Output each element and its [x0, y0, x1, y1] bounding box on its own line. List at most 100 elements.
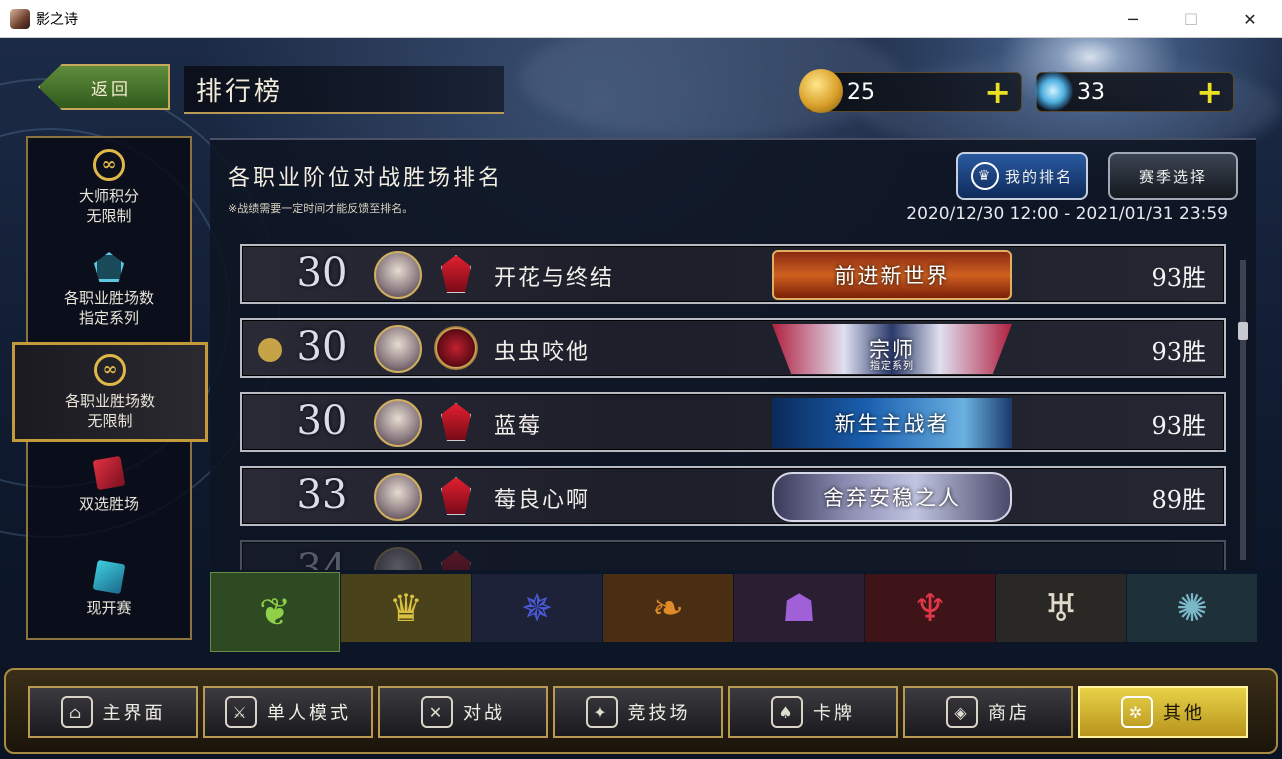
maximize-button[interactable]: ☐ [1162, 0, 1220, 38]
player-title-plate: 新生主战者 [772, 398, 1012, 448]
nav-label: 卡牌 [813, 703, 855, 724]
player-avatar [374, 325, 422, 373]
other-icon: ✲ [1121, 696, 1153, 728]
nav-crossed-swords[interactable]: ✕ 对战 [378, 686, 548, 738]
sidebar-item-1[interactable]: ∞ 大师积分 无限制 [28, 148, 190, 226]
add-crystal-button[interactable]: + [1196, 76, 1223, 108]
game-window: 影之诗 ─ ☐ ✕ 返回 排行榜 25 + 33 + ∞ 大师积分无限制 各职业胜场… [0, 0, 1282, 759]
shop-icon: ◈ [946, 696, 978, 728]
portal-icon: ✺ [1176, 586, 1208, 630]
close-button[interactable]: ✕ [1221, 0, 1279, 38]
page-title: 排行榜 [184, 66, 504, 114]
pentagon-icon [92, 250, 126, 284]
nav-shop[interactable]: ◈ 商店 [903, 686, 1073, 738]
ranking-row[interactable]: 30 开花与终结 前进新世界 93胜 [240, 244, 1226, 304]
leaderboard-note: ※战绩需要一定时间才能反馈至排名。 [228, 202, 414, 215]
rank-number: 30 [296, 250, 348, 296]
player-avatar [374, 473, 422, 521]
player-title-plate: 舍弃安稳之人 [772, 472, 1012, 522]
player-title-plate: 宗师 指定系列 [772, 324, 1012, 374]
infinity-icon: ∞ [93, 353, 127, 387]
nav-label: 其他 [1163, 703, 1205, 724]
crown-icon: ♛ [388, 586, 424, 630]
ranking-row[interactable]: 34 [240, 540, 1226, 570]
player-avatar [374, 547, 422, 570]
win-count: 89胜 [1151, 486, 1206, 514]
add-gold-button[interactable]: + [984, 76, 1011, 108]
nav-label: 单人模式 [267, 703, 351, 724]
ranking-row[interactable]: 30 蓝莓 新生主战者 93胜 [240, 392, 1226, 452]
sidebar-item-5[interactable]: 现开赛 [28, 559, 190, 618]
ranking-row[interactable]: 30 虫虫咬他 宗师 指定系列 93胜 [240, 318, 1226, 378]
ranking-list: 30 开花与终结 前进新世界 93胜 30 虫虫咬他 宗师 指定系列 93胜 30 蓝莓 新生主战者 9… [240, 244, 1226, 570]
sidebar-item-label-1: 各职业胜场数 [64, 392, 155, 410]
sidebar-item-4[interactable]: 双选胜场 [28, 455, 190, 514]
player-name: 开花与终结 [494, 266, 615, 291]
sidebar-item-label-2: 无限制 [87, 412, 133, 430]
nav-label: 商店 [988, 703, 1030, 724]
gold-counter: 25 + [799, 69, 1022, 113]
season-select-label: 赛季选择 [1138, 167, 1207, 186]
tab-dragoncraft[interactable]: ❧ [603, 574, 733, 642]
tab-forestcraft[interactable]: ❦ [210, 572, 340, 652]
nav-label: 竞技场 [627, 703, 691, 724]
season-date-range: 2020/12/30 12:00 - 2021/01/31 23:59 [906, 204, 1228, 224]
nav-sword-shield[interactable]: ⚔ 单人模式 [203, 686, 373, 738]
sidebar-item-label-2: 指定系列 [78, 309, 139, 327]
tab-bloodcraft[interactable]: ♆ [865, 574, 995, 642]
home-icon: ⌂ [60, 696, 93, 728]
my-rank-button[interactable]: ♛ 我的排名 [956, 152, 1088, 200]
ranking-row[interactable]: 33 莓良心啊 舍弃安稳之人 89胜 [240, 466, 1226, 526]
ranking-scrollbar[interactable] [1240, 260, 1246, 560]
rank-emblem-icon [432, 246, 480, 302]
rank-number: 33 [296, 472, 348, 518]
leaderboard-panel: 各职业阶位对战胜场排名 ※战绩需要一定时间才能反馈至排名。 2020/12/30… [210, 138, 1256, 570]
tab-runecraft[interactable]: ✵ [472, 574, 602, 642]
player-title-plate: 前进新世界 [772, 250, 1012, 300]
friend-icon [258, 338, 282, 362]
sidebar-item-3[interactable]: ∞ 各职业胜场数 无限制 [12, 342, 208, 442]
sidebar-item-label-1: 双选胜场 [78, 495, 139, 513]
sidebar-item-label-1: 大师积分 [78, 187, 139, 205]
player-title-text: 舍弃安稳之人 [823, 486, 961, 510]
ranking-scroll-thumb[interactable] [1238, 322, 1248, 340]
nav-label: 对战 [463, 703, 505, 724]
nav-other[interactable]: ✲ 其他 [1078, 686, 1248, 738]
sidebar-item-2[interactable]: 各职业胜场数 指定系列 [28, 250, 190, 328]
rank-emblem-icon [432, 542, 480, 570]
arena-icon: ✦ [585, 696, 618, 728]
window-titlebar: 影之诗 ─ ☐ ✕ [0, 0, 1282, 38]
player-name: 虫虫咬他 [494, 340, 591, 365]
crystal-counter: 33 + [1033, 71, 1234, 112]
tombstone-icon: ☗ [781, 586, 817, 630]
my-rank-label: 我的排名 [1004, 167, 1073, 186]
sidebar-item-label-1: 各职业胜场数 [63, 289, 154, 307]
rank-emblem-icon [432, 394, 480, 450]
rank-number: 34 [296, 546, 348, 570]
nav-home[interactable]: ⌂ 主界面 [28, 686, 198, 738]
crystal-amount: 33 [1077, 79, 1105, 105]
back-button[interactable]: 返回 [38, 64, 170, 110]
tab-portalcraft[interactable]: ✺ [1127, 574, 1257, 642]
rank-number: 30 [296, 324, 348, 370]
player-avatar [374, 399, 422, 447]
nav-arena[interactable]: ✦ 竞技场 [553, 686, 723, 738]
player-title-text: 新生主战者 [834, 412, 950, 436]
back-button-label: 返回 [91, 79, 131, 100]
game-area: 返回 排行榜 25 + 33 + ∞ 大师积分无限制 各职业胜场数 指定系列 ∞ 各职业胜… [0, 38, 1282, 759]
rank-number: 30 [296, 398, 348, 444]
dragon-icon: ❧ [652, 586, 684, 630]
minimize-button[interactable]: ─ [1104, 0, 1162, 38]
page-title-text: 排行榜 [196, 76, 284, 107]
rune-icon: ✵ [521, 586, 553, 630]
win-count: 93胜 [1151, 338, 1206, 366]
infinity-icon: ∞ [92, 148, 126, 182]
tab-havencraft[interactable]: ♅ [996, 574, 1126, 642]
win-count: 93胜 [1151, 412, 1206, 440]
season-select-button[interactable]: 赛季选择 [1108, 152, 1238, 200]
tab-swordcraft[interactable]: ♛ [341, 574, 471, 642]
tab-shadowcraft[interactable]: ☗ [734, 574, 864, 642]
nav-cards[interactable]: ♠ 卡牌 [728, 686, 898, 738]
window-title: 影之诗 [36, 11, 78, 28]
sidebar-item-label-1: 现开赛 [86, 599, 132, 617]
